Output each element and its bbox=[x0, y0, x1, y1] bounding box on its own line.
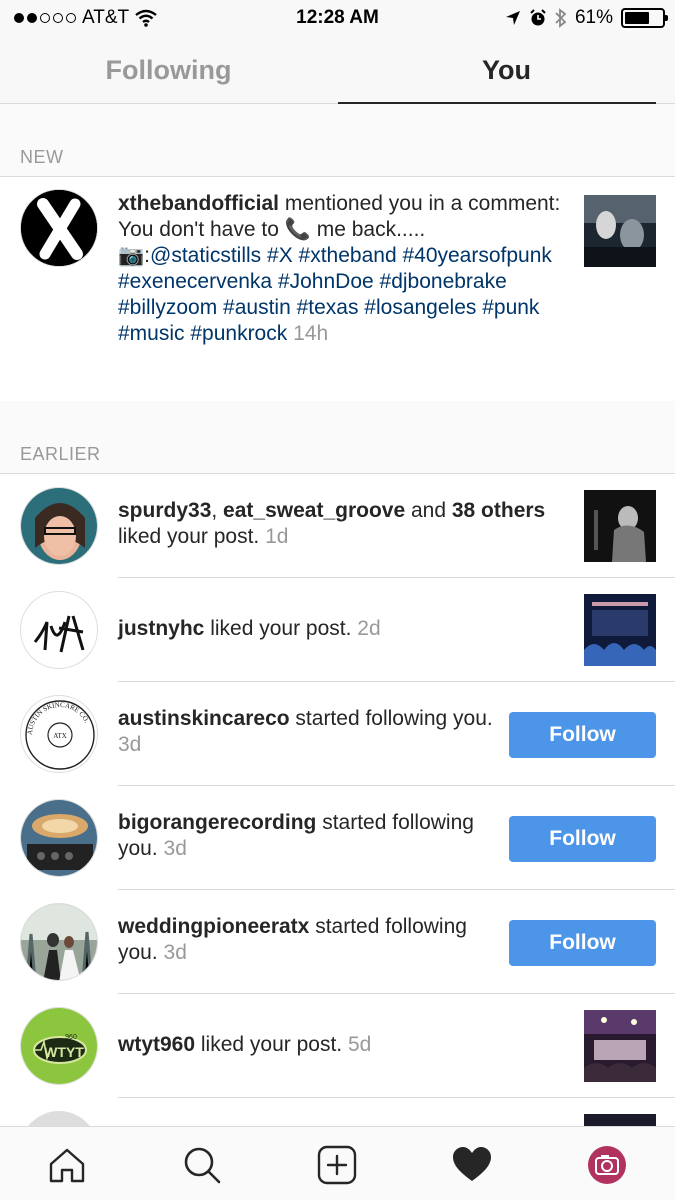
notification-text: spurdy33, eat_sweat_groove and 38 others… bbox=[118, 499, 546, 548]
username[interactable]: justnyhc bbox=[118, 617, 204, 640]
earlier-list: spurdy33, eat_sweat_groove and 38 others… bbox=[0, 474, 675, 1126]
avatar[interactable] bbox=[20, 1111, 98, 1126]
home-icon[interactable] bbox=[47, 1145, 87, 1185]
svg-text:WTYT: WTYT bbox=[44, 1044, 84, 1060]
mention-link[interactable]: @staticstills bbox=[150, 244, 261, 267]
follow-button[interactable]: Follow bbox=[509, 920, 656, 966]
search-icon[interactable] bbox=[182, 1145, 222, 1185]
notification-text: wtyt960 liked your post. 5d bbox=[118, 1033, 372, 1056]
post-thumbnail[interactable] bbox=[584, 1114, 656, 1126]
list-item[interactable]: weddingpioneeratx started following you.… bbox=[0, 890, 675, 994]
section-header-new: NEW bbox=[0, 105, 675, 177]
camera-emoji: 📷 bbox=[118, 244, 145, 267]
timestamp: 3d bbox=[118, 733, 142, 756]
username[interactable]: wtyt960 bbox=[118, 1033, 195, 1056]
list-item[interactable]: WTYT 960 wtyt960 liked your post. 5d bbox=[0, 994, 675, 1098]
svg-text:ATX: ATX bbox=[53, 732, 67, 740]
bottom-tab-bar bbox=[0, 1126, 675, 1200]
tab-following[interactable]: Following bbox=[0, 36, 337, 104]
timestamp: 14h bbox=[293, 322, 329, 345]
timestamp: 2d bbox=[357, 617, 381, 640]
timestamp: 3d bbox=[163, 837, 187, 860]
profile-camera-icon[interactable] bbox=[587, 1145, 627, 1185]
signature-logo-icon bbox=[33, 615, 85, 653]
username[interactable]: weddingpioneeratx bbox=[118, 915, 309, 938]
avatar[interactable] bbox=[20, 591, 98, 669]
battery-percent: 61% bbox=[574, 7, 613, 28]
follow-button[interactable]: Follow bbox=[509, 816, 656, 862]
avatar[interactable]: AUSTIN SKINCARE CO. ATX bbox=[20, 695, 98, 773]
list-item[interactable]: spurdy33, eat_sweat_groove and 38 others… bbox=[0, 474, 675, 578]
username[interactable]: spurdy33 bbox=[118, 499, 211, 522]
avatar[interactable] bbox=[20, 189, 98, 267]
section-header-earlier: EARLIER bbox=[0, 402, 675, 474]
post-thumbnail[interactable] bbox=[584, 490, 656, 562]
phone-emoji: 📞 bbox=[284, 218, 311, 241]
battery-icon bbox=[621, 8, 668, 28]
list-item[interactable] bbox=[0, 1098, 675, 1126]
avatar[interactable]: WTYT 960 bbox=[20, 1007, 98, 1085]
username[interactable]: austinskincareco bbox=[118, 707, 290, 730]
username[interactable]: xthebandofficial bbox=[118, 192, 279, 215]
notification-text: xthebandofficial mentioned you in a comm… bbox=[118, 192, 561, 345]
section-title-earlier: EARLIER bbox=[20, 444, 101, 464]
post-thumbnail[interactable] bbox=[584, 195, 656, 267]
new-notification[interactable]: xthebandofficial mentioned you in a comm… bbox=[0, 177, 675, 401]
svg-text:AUSTIN SKINCARE CO.: AUSTIN SKINCARE CO. bbox=[26, 701, 91, 735]
activity-tabs: Following You bbox=[0, 36, 675, 104]
list-item[interactable]: justnyhc liked your post. 2d bbox=[0, 578, 675, 682]
avatar[interactable] bbox=[20, 799, 98, 877]
timestamp: 1d bbox=[265, 525, 289, 548]
avatar[interactable] bbox=[20, 487, 98, 565]
list-item[interactable]: AUSTIN SKINCARE CO. ATX austinskincareco… bbox=[0, 682, 675, 786]
notification-text: bigorangerecording started following you… bbox=[118, 811, 474, 860]
post-thumbnail[interactable] bbox=[584, 594, 656, 666]
notification-text: weddingpioneeratx started following you.… bbox=[118, 915, 467, 964]
follow-button[interactable]: Follow bbox=[509, 712, 656, 758]
others-count[interactable]: 38 others bbox=[452, 499, 545, 522]
list-item[interactable]: bigorangerecording started following you… bbox=[0, 786, 675, 890]
active-tab-indicator bbox=[338, 102, 656, 104]
status-bar: AT&T 12:28 AM 61% bbox=[0, 0, 675, 36]
x-logo-icon bbox=[21, 190, 97, 266]
username[interactable]: eat_sweat_groove bbox=[223, 499, 405, 522]
add-post-icon[interactable] bbox=[317, 1145, 357, 1185]
timestamp: 5d bbox=[347, 1033, 372, 1056]
location-arrow-icon bbox=[505, 11, 520, 25]
bluetooth-icon bbox=[555, 8, 567, 28]
timestamp: 3d bbox=[163, 941, 187, 964]
alarm-icon bbox=[530, 9, 546, 26]
post-thumbnail[interactable] bbox=[584, 1010, 656, 1082]
avatar[interactable] bbox=[20, 903, 98, 981]
notification-text: justnyhc liked your post. 2d bbox=[118, 617, 381, 640]
heart-icon[interactable] bbox=[452, 1145, 492, 1185]
tab-you[interactable]: You bbox=[338, 36, 675, 104]
username[interactable]: bigorangerecording bbox=[118, 811, 316, 834]
notification-text: austinskincareco started following you. … bbox=[118, 707, 493, 756]
svg-text:960: 960 bbox=[65, 1034, 77, 1041]
section-title-new: NEW bbox=[20, 147, 64, 167]
